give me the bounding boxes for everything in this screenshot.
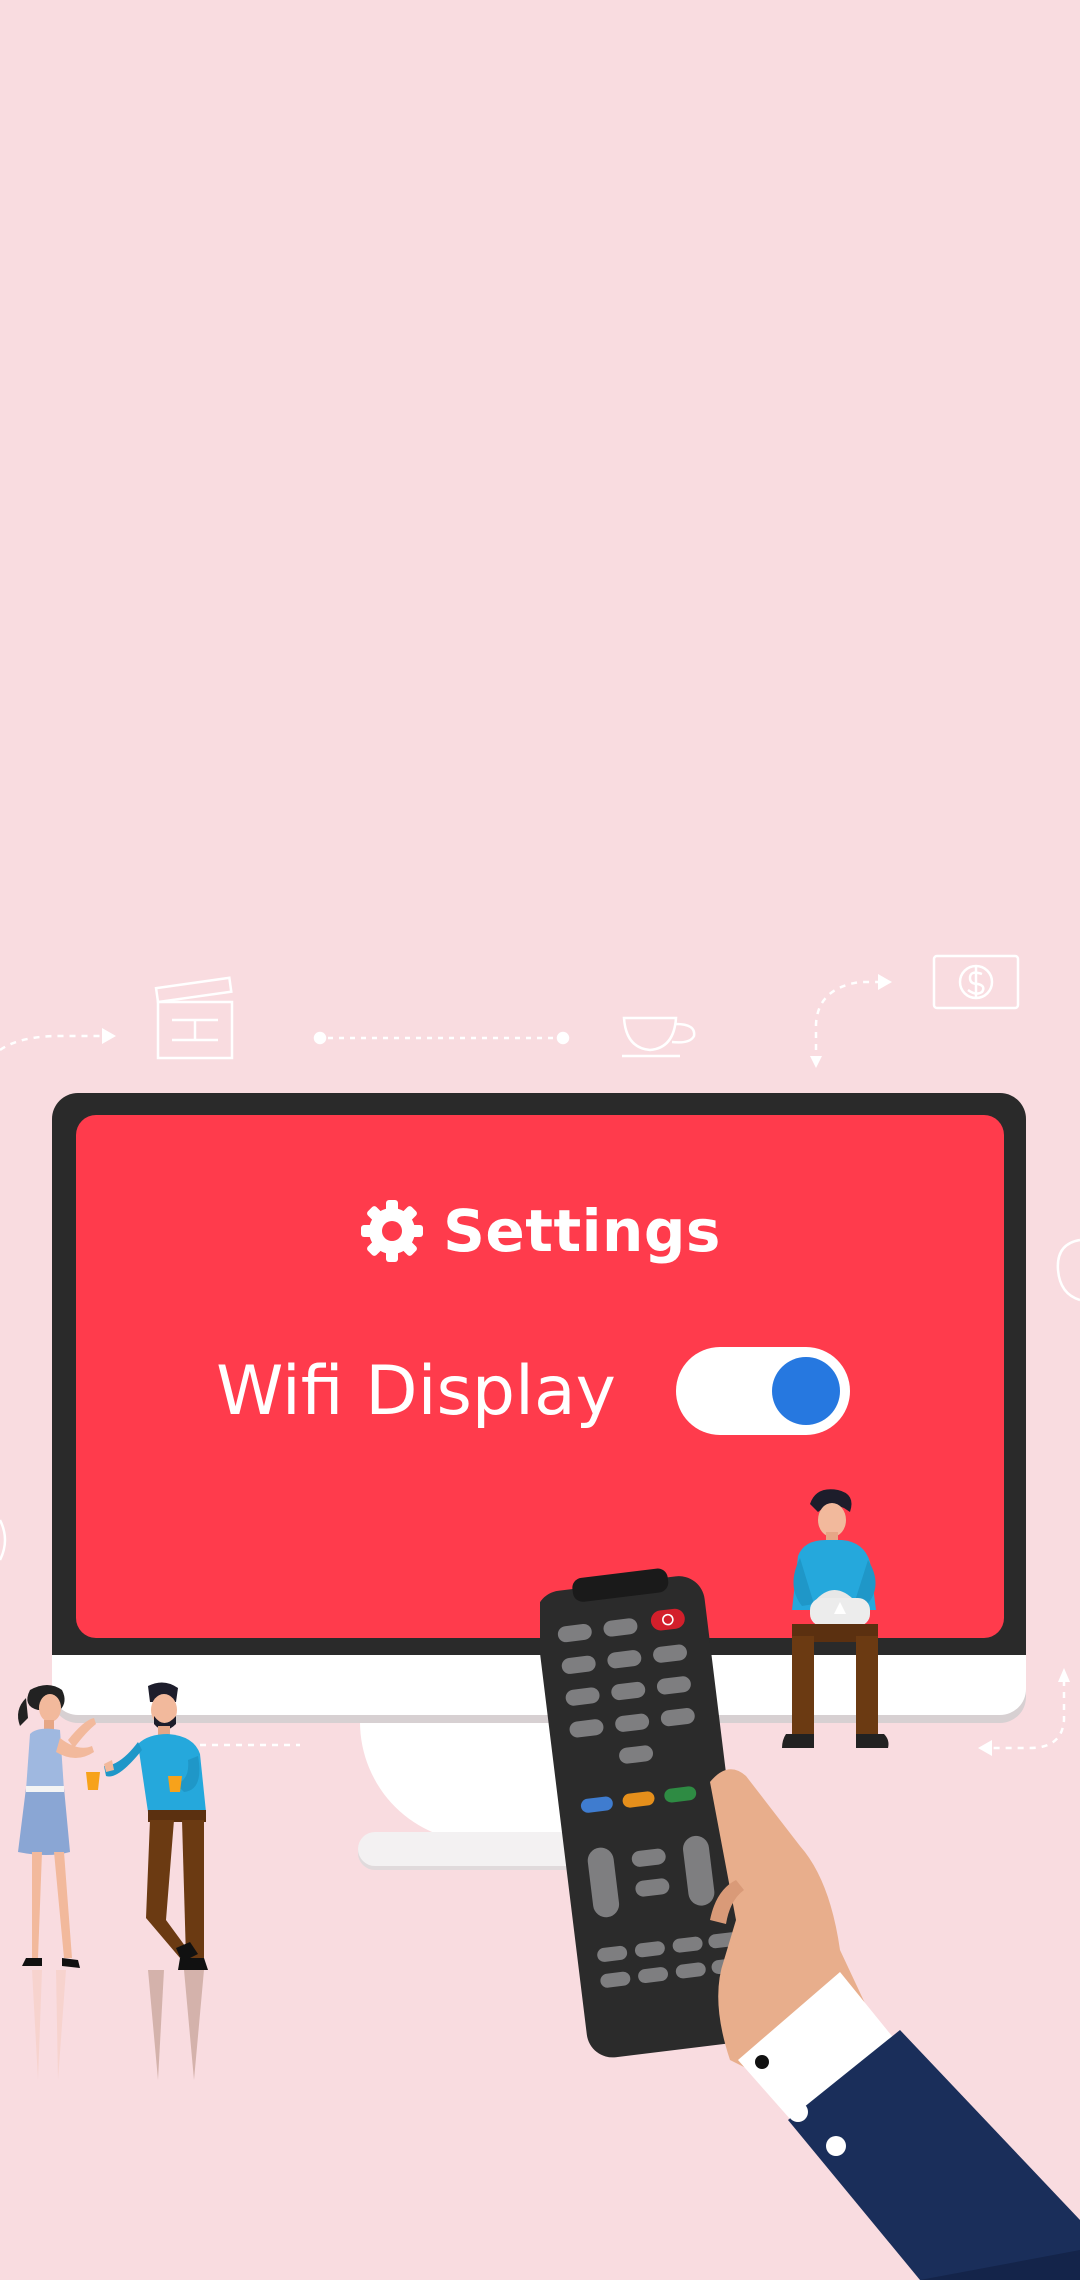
- side-decor-right: [1056, 1238, 1080, 1302]
- wifi-display-row: Wifi Display: [76, 1347, 1004, 1435]
- settings-header: Settings: [76, 1197, 1004, 1265]
- people-toasting-illustration: [18, 1682, 208, 2080]
- wifi-display-toggle[interactable]: [675, 1347, 850, 1435]
- side-decor-left: [0, 1519, 7, 1561]
- gear-icon: [359, 1198, 425, 1264]
- remote-control: [540, 1568, 1080, 2280]
- decorative-icons-row: [0, 954, 1020, 1068]
- clapperboard-icon: [154, 976, 234, 1060]
- toggle-knob: [771, 1357, 840, 1425]
- dollar-bill-icon: [932, 954, 1020, 1010]
- settings-title: Settings: [443, 1197, 721, 1265]
- wifi-display-onboarding-scene: Settings Wifi Display: [0, 0, 1080, 2280]
- coffee-cup-icon: [622, 1016, 696, 1058]
- wifi-display-label: Wifi Display: [216, 1351, 616, 1431]
